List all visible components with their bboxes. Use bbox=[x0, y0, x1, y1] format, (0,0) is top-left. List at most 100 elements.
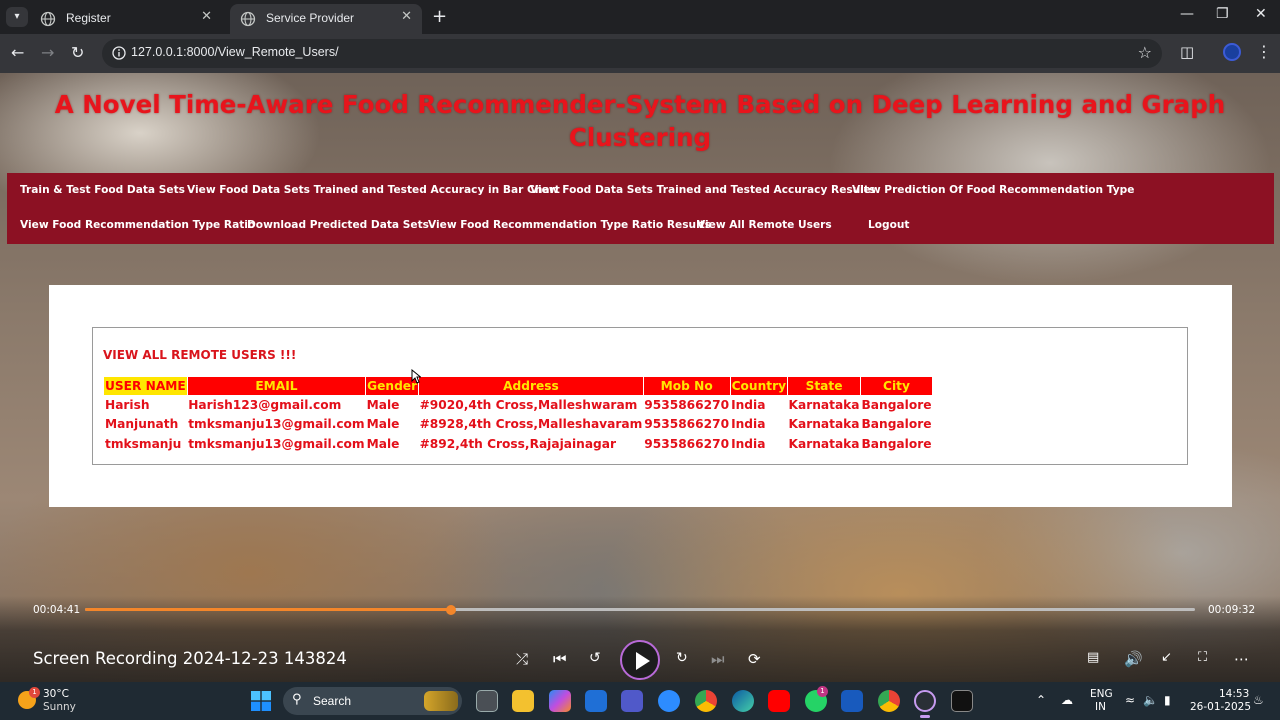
menu-type-ratio[interactable]: View Food Recommendation Type Ratio bbox=[20, 219, 255, 231]
cell-gender: Male bbox=[366, 436, 400, 451]
clock-time[interactable]: 14:53 bbox=[1219, 688, 1249, 700]
cell-mob-no: 9535866270 bbox=[644, 397, 730, 412]
page-title: A Novel Time-Aware Food Recommender-Syst… bbox=[54, 90, 1226, 152]
taskbar-search[interactable]: ⚲ Search bbox=[283, 687, 462, 715]
chrome-profile-icon[interactable] bbox=[878, 690, 900, 712]
tab-search-button[interactable]: ▾ bbox=[6, 7, 28, 27]
menu-accuracy-bar-chart[interactable]: View Food Data Sets Trained and Tested A… bbox=[187, 184, 560, 196]
clock-date[interactable]: 26-01-2025 bbox=[1190, 701, 1251, 713]
cell-state: Karnataka bbox=[788, 397, 860, 412]
forward-30-icon[interactable]: ↻ bbox=[676, 650, 688, 666]
tab-title: Register bbox=[66, 11, 111, 25]
table-header-row: USER NAME EMAIL Gender Address Mob No Co… bbox=[104, 377, 933, 395]
terminal-icon[interactable] bbox=[951, 690, 973, 712]
play-icon bbox=[636, 652, 650, 670]
menu-logout[interactable]: Logout bbox=[868, 219, 910, 231]
reload-icon[interactable]: ↻ bbox=[71, 43, 84, 62]
cell-email: Harish123@gmail.com bbox=[188, 397, 342, 412]
menu-train-test[interactable]: Train & Test Food Data Sets bbox=[20, 184, 185, 196]
wifi-icon[interactable]: ≈ bbox=[1125, 693, 1135, 707]
tab-title: Service Provider bbox=[266, 11, 355, 25]
menu-view-remote-users[interactable]: View All Remote Users bbox=[697, 219, 832, 231]
windows-start-icon[interactable] bbox=[251, 691, 271, 711]
speaker-icon[interactable]: 🔈 bbox=[1143, 693, 1158, 707]
cell-city: Bangalore bbox=[861, 397, 932, 412]
close-icon[interactable]: ✕ bbox=[201, 9, 212, 24]
mini-player-icon[interactable]: ↙ bbox=[1161, 650, 1172, 665]
whatsapp-badge: 1 bbox=[817, 686, 828, 697]
section-heading: VIEW ALL REMOTE USERS !!! bbox=[103, 348, 297, 362]
search-highlight-image bbox=[424, 691, 458, 711]
bookmark-star-icon[interactable]: ☆ bbox=[1138, 43, 1152, 62]
cell-user-name: tmksmanju bbox=[105, 436, 182, 451]
region-code[interactable]: IN bbox=[1095, 701, 1106, 713]
new-tab-button[interactable]: + bbox=[432, 6, 447, 27]
tab-register[interactable]: Register ✕ bbox=[30, 4, 222, 34]
seek-bar[interactable] bbox=[85, 605, 1195, 615]
main-menu: Train & Test Food Data Sets View Food Da… bbox=[7, 173, 1274, 244]
language-code[interactable]: ENG bbox=[1090, 688, 1113, 700]
battery-icon[interactable]: ▮ bbox=[1164, 693, 1171, 707]
media-player-icon[interactable] bbox=[914, 690, 936, 712]
microsoft-store-icon[interactable] bbox=[585, 690, 607, 712]
more-menu-icon[interactable]: ⋮ bbox=[1256, 42, 1272, 61]
cell-mob-no: 9535866270 bbox=[644, 417, 730, 432]
play-button[interactable] bbox=[620, 640, 660, 680]
minimize-icon[interactable]: — bbox=[1180, 6, 1194, 22]
rewind-10-icon[interactable]: ↺ bbox=[589, 650, 601, 666]
youtube-icon[interactable] bbox=[768, 690, 790, 712]
cell-gender: Male bbox=[366, 417, 400, 432]
volume-icon[interactable]: 🔊 bbox=[1124, 650, 1143, 668]
forward-arrow-icon[interactable]: → bbox=[41, 43, 54, 62]
current-time: 00:04:41 bbox=[33, 604, 81, 616]
more-options-icon[interactable]: ⋯ bbox=[1234, 650, 1249, 668]
seek-bar-thumb[interactable] bbox=[446, 605, 457, 615]
maximize-icon[interactable]: ❐ bbox=[1216, 6, 1229, 22]
extensions-puzzle-icon[interactable]: ◫ bbox=[1180, 43, 1194, 61]
weather-condition[interactable]: Sunny bbox=[43, 701, 76, 713]
menu-download-predicted[interactable]: Download Predicted Data Sets bbox=[247, 219, 429, 231]
back-arrow-icon[interactable]: ← bbox=[11, 43, 24, 62]
menu-prediction-type[interactable]: View Prediction Of Food Recommendation T… bbox=[852, 184, 1134, 196]
web-page: A Novel Time-Aware Food Recommender-Syst… bbox=[0, 73, 1280, 682]
zoom-icon[interactable] bbox=[658, 690, 680, 712]
previous-icon[interactable]: ⏮ bbox=[553, 650, 567, 668]
notification-bell-icon[interactable]: ♨ bbox=[1253, 693, 1264, 707]
col-header-address: Address bbox=[418, 377, 644, 395]
file-explorer-icon[interactable] bbox=[512, 690, 534, 712]
cell-user-name: Manjunath bbox=[105, 417, 179, 432]
teams-icon[interactable] bbox=[621, 690, 643, 712]
col-header-user-name: USER NAME bbox=[104, 377, 188, 395]
shuffle-icon[interactable]: ⤮ bbox=[516, 650, 528, 668]
close-window-icon[interactable]: ✕ bbox=[1255, 6, 1267, 22]
close-icon[interactable]: ✕ bbox=[401, 9, 412, 24]
word-icon[interactable] bbox=[841, 690, 863, 712]
next-icon[interactable]: ⏭ bbox=[711, 650, 725, 668]
menu-accuracy-results[interactable]: View Food Data Sets Trained and Tested A… bbox=[530, 184, 875, 196]
chevron-up-icon[interactable]: ⌃ bbox=[1036, 693, 1046, 707]
url-text[interactable]: 127.0.0.1:8000/View_Remote_Users/ bbox=[131, 45, 339, 59]
onedrive-cloud-icon[interactable]: ☁ bbox=[1061, 693, 1073, 707]
captions-icon[interactable]: ▤ bbox=[1087, 650, 1099, 665]
browser-toolbar: ← → ↻ 127.0.0.1:8000/View_Remote_Users/ … bbox=[0, 34, 1280, 73]
address-bar[interactable]: 127.0.0.1:8000/View_Remote_Users/ ☆ bbox=[102, 39, 1162, 68]
seek-bar-progress bbox=[85, 608, 452, 611]
taskbar: 1 30°C Sunny ⚲ Search 1 ⌃ ☁ ENG IN ≈ 🔈 ▮… bbox=[0, 682, 1280, 720]
copilot-icon[interactable] bbox=[549, 690, 571, 712]
cell-email: tmksmanju13@gmail.com bbox=[188, 436, 365, 451]
chrome-icon[interactable] bbox=[695, 690, 717, 712]
task-view-icon[interactable] bbox=[476, 690, 498, 712]
edge-icon[interactable] bbox=[732, 690, 754, 712]
cell-gender: Male bbox=[366, 397, 400, 412]
weather-temperature[interactable]: 30°C bbox=[43, 688, 69, 700]
col-header-email: EMAIL bbox=[187, 377, 367, 395]
site-info-icon[interactable] bbox=[112, 46, 126, 60]
tab-service-provider[interactable]: Service Provider ✕ bbox=[230, 4, 422, 34]
profile-avatar[interactable] bbox=[1223, 43, 1241, 61]
col-header-city: City bbox=[860, 377, 933, 395]
cell-country: India bbox=[731, 417, 766, 432]
repeat-icon[interactable]: ⟳ bbox=[748, 650, 761, 668]
fullscreen-icon[interactable]: ⛶ bbox=[1198, 650, 1207, 665]
col-header-country: Country bbox=[730, 377, 789, 395]
menu-type-ratio-results[interactable]: View Food Recommendation Type Ratio Resu… bbox=[428, 219, 711, 231]
